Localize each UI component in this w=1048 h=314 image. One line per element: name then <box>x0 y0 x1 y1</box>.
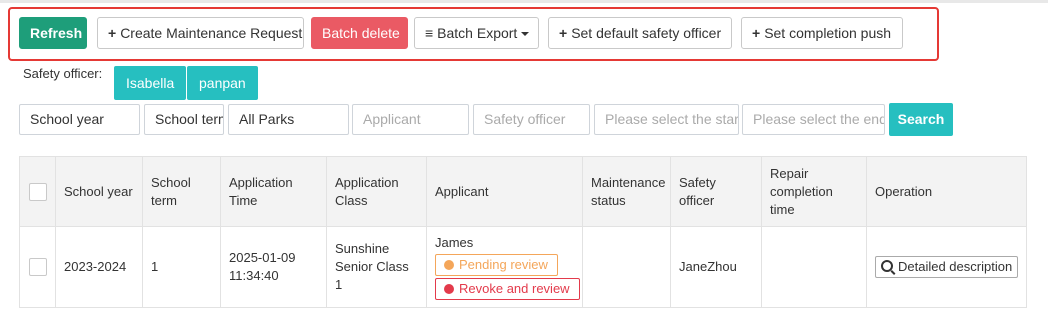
application-class-cell: Sunshine Senior Class 1 <box>326 226 427 308</box>
safety-officer-input[interactable]: Safety officer <box>473 104 590 135</box>
search-icon <box>881 260 893 272</box>
school-term-select[interactable]: School term <box>144 104 224 135</box>
detailed-description-label: Detailed description <box>898 259 1013 274</box>
set-completion-push-label: Set completion push <box>764 25 892 41</box>
refresh-button[interactable]: Refresh <box>19 17 87 49</box>
col-header: Operation <box>866 156 1027 227</box>
create-maintenance-request-button[interactable]: + Create Maintenance Request <box>97 17 304 49</box>
select-all-checkbox[interactable] <box>28 182 47 201</box>
row-select-cell <box>19 226 56 308</box>
table-row: 2023-2024 1 2025-01-09 11:34:40 Sunshine… <box>19 226 1027 308</box>
col-header: School term <box>142 156 221 227</box>
detailed-description-button[interactable]: Detailed description <box>875 256 1019 278</box>
col-header: Application Time <box>220 156 327 227</box>
repair-completion-time-cell <box>761 226 867 308</box>
plus-icon: + <box>108 25 117 41</box>
col-header: School year <box>55 156 143 227</box>
col-header: Applicant <box>426 156 583 227</box>
safety-officer-tag[interactable]: Isabella <box>114 66 187 100</box>
pending-dot-icon <box>444 260 454 270</box>
table-header-row: School year School term Application Time… <box>19 156 1027 227</box>
plus-icon: + <box>559 25 568 41</box>
top-border <box>0 0 1048 3</box>
revoke-review-label: Revoke and review <box>459 281 570 296</box>
parks-select[interactable]: All Parks <box>228 104 349 135</box>
revoke-review-badge[interactable]: Revoke and review <box>435 278 580 300</box>
operation-cell: Detailed description <box>866 226 1027 308</box>
caret-down-icon <box>521 32 530 37</box>
set-default-safety-officer-button[interactable]: + Set default safety officer <box>548 17 732 49</box>
row-checkbox[interactable] <box>28 258 47 276</box>
pending-review-badge[interactable]: Pending review <box>435 254 558 276</box>
start-date-input[interactable]: Please select the start <box>594 104 739 135</box>
search-button[interactable]: Search <box>889 103 953 136</box>
revoke-dot-icon <box>444 284 454 294</box>
col-header: Safety officer <box>670 156 762 227</box>
school-year-select[interactable]: School year <box>19 104 140 135</box>
applicant-cell: James Pending review Revoke and review <box>426 226 583 308</box>
safety-officer-cell: JaneZhou <box>670 226 762 308</box>
batch-export-button[interactable]: ≡ Batch Export <box>414 17 539 49</box>
plus-icon: + <box>752 25 761 41</box>
school-term-cell: 1 <box>142 226 221 308</box>
pending-review-label: Pending review <box>459 257 548 272</box>
set-completion-push-button[interactable]: + Set completion push <box>741 17 903 49</box>
applicant-name: James <box>435 235 474 250</box>
list-icon: ≡ <box>425 25 434 41</box>
select-all-cell <box>19 156 56 227</box>
batch-export-label: Batch Export <box>437 25 518 41</box>
col-header: Maintenance status <box>582 156 671 227</box>
school-year-cell: 2023-2024 <box>55 226 143 308</box>
maintenance-status-cell <box>582 226 671 308</box>
safety-officer-label: Safety officer: <box>23 66 103 81</box>
safety-officer-tag[interactable]: panpan <box>187 66 258 100</box>
col-header: Repair completion time <box>761 156 867 227</box>
set-default-safety-officer-label: Set default safety officer <box>571 25 722 41</box>
create-maintenance-request-label: Create Maintenance Request <box>120 25 303 41</box>
col-header: Application Class <box>326 156 427 227</box>
application-time-cell: 2025-01-09 11:34:40 <box>220 226 327 308</box>
applicant-input[interactable]: Applicant <box>352 104 469 135</box>
maintenance-table: School year School term Application Time… <box>19 156 1027 308</box>
batch-delete-button[interactable]: Batch delete <box>311 17 408 49</box>
end-date-input[interactable]: Please select the end date <box>742 104 885 135</box>
